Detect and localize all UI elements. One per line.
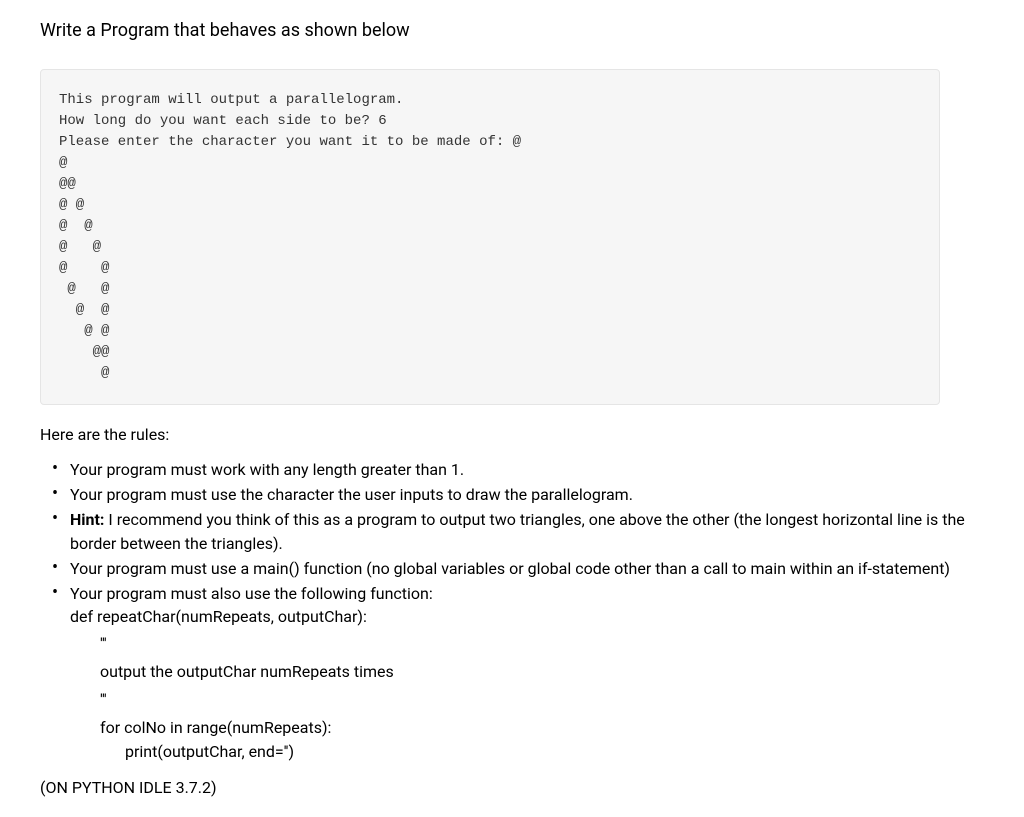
example-output-code: This program will output a parallelogram… [40,69,940,405]
hint-text: I recommend you think of this as a progr… [70,510,965,552]
rule-item: Your program must use a main() function … [70,557,984,580]
footer-note: (ON PYTHON IDLE 3.7.2) [40,778,984,797]
rule-item: Your program must use the character the … [70,483,984,506]
function-body: ''' output the outputChar numRepeats tim… [70,632,984,764]
for-line: for colNo in range(numRepeats): [100,718,331,737]
docstring-text: output the outputChar numRepeats times [100,660,984,684]
rules-list: Your program must work with any length g… [40,458,984,764]
rule-item: Your program must work with any length g… [70,458,984,481]
rule-item: Your program must also use the following… [70,582,984,764]
rule-text: Your program must also use the following… [70,584,433,603]
docstring-open: ''' [100,632,984,656]
for-loop: for colNo in range(numRepeats): print(ou… [100,716,984,764]
rule-item: Hint: I recommend you think of this as a… [70,508,984,554]
docstring-close: ''' [100,688,984,712]
print-line: print(outputChar, end='') [100,740,984,764]
rules-heading: Here are the rules: [40,425,984,444]
page-title: Write a Program that behaves as shown be… [40,20,984,41]
function-def: def repeatChar(numRepeats, outputChar): [70,605,984,628]
hint-label: Hint: [70,510,104,529]
